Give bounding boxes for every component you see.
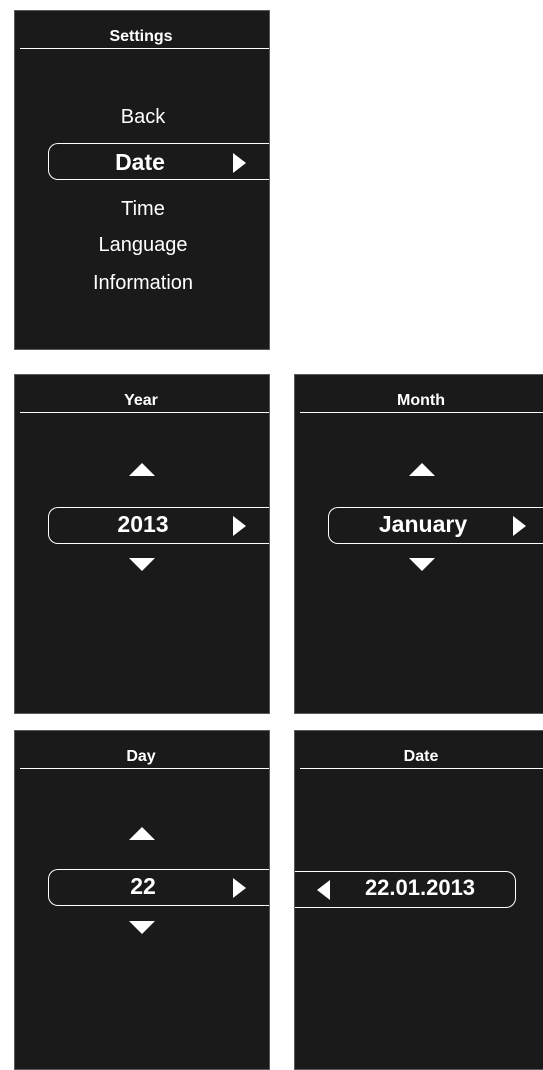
title-divider	[20, 768, 269, 769]
arrow-up-icon[interactable]	[129, 463, 155, 476]
arrow-up-icon[interactable]	[129, 827, 155, 840]
title-divider	[20, 412, 269, 413]
menu-item-language[interactable]: Language	[15, 234, 269, 257]
screen-title: Date	[403, 748, 439, 765]
screen-title: Settings	[109, 28, 173, 45]
menu-item-information[interactable]: Information	[15, 272, 269, 295]
arrow-left-icon[interactable]	[317, 880, 330, 900]
year-value: 2013	[117, 511, 169, 537]
arrow-up-icon[interactable]	[409, 463, 435, 476]
arrow-down-icon[interactable]	[409, 558, 435, 571]
arrow-right-icon[interactable]	[233, 878, 246, 898]
year-screen: Year 2013	[14, 374, 270, 714]
title-divider	[20, 48, 269, 49]
title-divider	[300, 412, 543, 413]
date-screen: Date 22.01.2013	[294, 730, 543, 1070]
title-divider	[300, 768, 543, 769]
menu-item-label-date: Date	[115, 149, 165, 175]
arrow-down-icon[interactable]	[129, 921, 155, 934]
arrow-down-icon[interactable]	[129, 558, 155, 571]
arrow-right-icon[interactable]	[233, 516, 246, 536]
month-screen: Month January	[294, 374, 543, 714]
month-value: January	[378, 511, 468, 537]
screen-title: Month	[397, 392, 445, 409]
day-value: 22	[130, 873, 156, 899]
screen-title: Day	[126, 748, 156, 765]
arrow-right-icon[interactable]	[233, 153, 246, 173]
settings-screen: Settings Back Date Time Language Informa…	[14, 10, 270, 350]
menu-item-back[interactable]: Back	[15, 106, 269, 129]
day-screen: Day 22	[14, 730, 270, 1070]
screen-title: Year	[124, 392, 158, 409]
menu-item-time[interactable]: Time	[15, 198, 269, 221]
date-value: 22.01.2013	[364, 875, 476, 900]
arrow-right-icon[interactable]	[513, 516, 526, 536]
